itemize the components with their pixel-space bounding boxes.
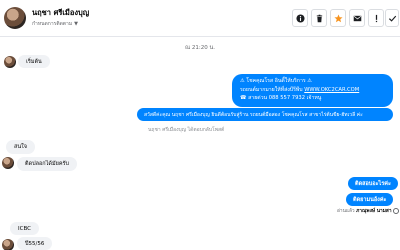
conversation-header: นฤชา ศรีเมืองบุญ กำหนดการติดตาม ▼: [0, 0, 400, 37]
more-button[interactable]: [368, 9, 384, 27]
seen-by-name: ภาณุพงษ์ นามสา: [356, 209, 392, 214]
contact-avatar[interactable]: [4, 7, 26, 29]
promo-line-2-text: รถยนต์มากมายให้ที่ส่งบีรีพีบ: [240, 86, 303, 93]
incoming-message[interactable]: เริ่มต้น: [18, 55, 50, 68]
outgoing-message[interactable]: ติดยามนอ้งค่ะ: [346, 193, 394, 206]
email-button[interactable]: [349, 9, 365, 27]
incoming-message[interactable]: สนใจ: [6, 140, 36, 154]
info-button[interactable]: [292, 9, 308, 27]
info-icon: [295, 13, 305, 23]
chevron-down-icon: ▼: [74, 21, 79, 27]
checkmark-icon: [388, 15, 396, 22]
incoming-message[interactable]: ติดปลอกได้มัยครับ: [17, 157, 77, 171]
seen-label: อ่านแล้ว: [337, 209, 355, 214]
outgoing-message-greeting[interactable]: สวัสดีค่ะคุณ นฤชา ศรีเมืองบุญ ยินดีต้อนร…: [137, 108, 393, 121]
star-button[interactable]: [330, 9, 346, 27]
star-icon: [333, 14, 343, 22]
incoming-message[interactable]: ปี55/56: [17, 237, 53, 250]
exclamation-icon: [375, 14, 377, 22]
incoming-message[interactable]: ICBC: [10, 222, 39, 235]
outgoing-message-promo[interactable]: ⚠ โชคคุณโรส อินดี้ให้บริการ ⚠ รถยนต์มากม…: [232, 74, 393, 107]
contact-name[interactable]: นฤชา ศรีเมืองบุญ: [32, 7, 89, 19]
contact-status-dropdown[interactable]: กำหนดการติดตาม ▼: [32, 20, 78, 28]
outgoing-message[interactable]: ติดสอบอะไรค่ะ: [348, 177, 398, 190]
seen-indicator: อ่านแล้ว ภาณุพงษ์ นามสา: [337, 207, 399, 215]
reply-to-post-note: นฤชา ศรีเมืองบุญ ได้ตอบกลับโพสต์: [148, 127, 225, 133]
sender-avatar: [4, 56, 16, 68]
sender-avatar: [2, 239, 14, 250]
conversation-timestamp: ณ 21:20 น.: [185, 45, 215, 51]
promo-website-link[interactable]: WWW.OKC2CAR.COM: [304, 87, 359, 93]
promo-line-1: ⚠ โชคคุณโรส อินดี้ให้บริการ ⚠: [240, 78, 312, 84]
mail-icon: [353, 15, 361, 21]
promo-line-3: ☎ สายด่วน 088 557 7932 เจ้าหนู: [240, 95, 322, 101]
mark-done-button[interactable]: [385, 9, 399, 27]
delete-button[interactable]: [311, 9, 327, 27]
trash-icon: [316, 14, 322, 22]
seen-check-icon: [392, 207, 399, 214]
promo-line-2: รถยนต์มากมายให้ที่ส่งบีรีพีบ WWW.OKC2CAR…: [240, 86, 385, 95]
contact-status-label: กำหนดการติดตาม: [32, 21, 73, 27]
sender-avatar: [2, 157, 14, 169]
